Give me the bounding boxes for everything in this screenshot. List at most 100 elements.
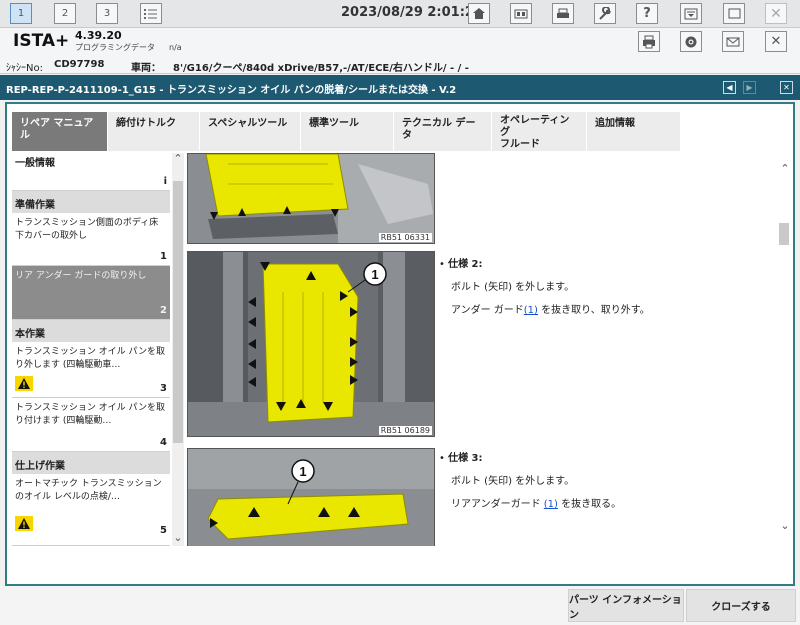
mail-icon bbox=[726, 37, 740, 46]
under-guard-illustration: 1 bbox=[188, 252, 434, 436]
print-doc-icon bbox=[643, 35, 655, 48]
tab-bar: リペア マニュアル 締付けトルク スペシャルツール 標準ツール テクニカル デー… bbox=[7, 104, 793, 151]
footer-bar: パーツ インフォメーション クローズする bbox=[0, 586, 800, 625]
parts-information-button[interactable]: パーツ インフォメーション bbox=[568, 589, 684, 622]
sidebar-scroll-thumb[interactable] bbox=[173, 181, 183, 443]
step-3-title: 仕様 3: bbox=[448, 453, 483, 464]
abs-icon bbox=[514, 9, 528, 18]
chevron-up-icon[interactable]: ⌃ bbox=[779, 163, 791, 175]
chassis-label: ｼｬｼｰNo: bbox=[6, 63, 43, 74]
vehicle-value: 8'/G16/クーペ/840d xDrive/B57,-/AT/ECE/右ハンド… bbox=[173, 63, 469, 74]
chevron-down-icon[interactable]: ⌄ bbox=[172, 532, 184, 544]
settings-button[interactable] bbox=[680, 31, 702, 52]
underbody-cover-illustration bbox=[188, 154, 434, 243]
sidebar-item-step-4[interactable]: トランスミッション オイル パンを取り付けます (四輪駆動… 4 bbox=[12, 398, 170, 452]
svg-text:1: 1 bbox=[371, 267, 378, 282]
main-frame: リペア マニュアル 締付けトルク スペシャルツール 標準ツール テクニカル デー… bbox=[5, 102, 795, 586]
tab-tightening-torque[interactable]: 締付けトルク bbox=[108, 112, 199, 151]
step-2-line-2: アンダー ガード(1) を抜き取り、取り外す。 bbox=[451, 305, 650, 316]
sidebar-item-step-5[interactable]: オートマチック トランスミッションのオイル レベルの点検/… 5 bbox=[12, 474, 170, 546]
datetime: 2023/08/29 2:01:22 bbox=[341, 5, 484, 20]
figure-code: RB51 06189 bbox=[378, 426, 432, 435]
tab-technical-data[interactable]: テクニカル データ bbox=[394, 112, 491, 151]
part-link-1[interactable]: (1) bbox=[544, 499, 558, 510]
print-doc-button[interactable] bbox=[638, 31, 660, 52]
step-2-title: 仕様 2: bbox=[448, 259, 483, 270]
instruction-step-3: • 仕様 3: ボルト (矢印) を外します。 リアアンダーガード (1) を抜… bbox=[439, 453, 622, 510]
section-main-work: 本作業 bbox=[12, 320, 170, 342]
document-close-button[interactable]: ✕ bbox=[780, 81, 793, 94]
vehicle-label: 車両： bbox=[131, 63, 161, 74]
repair-content: RB51 06331 1 RB51 06189 1 • 仕様 2: ボルト (矢… bbox=[187, 153, 793, 546]
step-3-line-1: ボルト (矢印) を外します。 bbox=[451, 476, 575, 487]
tab-special-tools[interactable]: スペシャルツール bbox=[200, 112, 300, 151]
sidebar-item-step-3[interactable]: トランスミッション オイル パンを取り外します (四輪駆動車… 3 bbox=[12, 342, 170, 398]
chevron-down-icon[interactable]: ⌄ bbox=[779, 520, 791, 532]
next-document-button[interactable]: ▶ bbox=[743, 81, 756, 94]
window-close-button[interactable]: ✕ bbox=[765, 3, 787, 24]
maximize-button[interactable] bbox=[723, 3, 745, 24]
sidebar-item-step-2[interactable]: リア アンダー ガードの取り外し 2 bbox=[12, 266, 170, 320]
sidebar-item-step-1[interactable]: トランスミッション側面のボディ床下カバーの取外し 1 bbox=[12, 213, 170, 266]
top-toolbar: 1 2 3 2023/08/29 2:01:22 ? ✕ bbox=[0, 0, 800, 28]
close-icon: ✕ bbox=[783, 83, 790, 92]
home-button[interactable] bbox=[468, 3, 490, 24]
warning-icon bbox=[15, 516, 33, 531]
close-icon: ✕ bbox=[770, 34, 782, 49]
program-data: プログラミングデータ n/a bbox=[75, 43, 182, 52]
help-icon: ? bbox=[643, 6, 651, 21]
document-title: REP-REP-P-2411109-1_G15 - トランスミッション オイル … bbox=[6, 85, 457, 96]
figure-rear-under-guard: 1 bbox=[187, 448, 435, 546]
window-1-button[interactable]: 1 bbox=[10, 3, 32, 24]
tab-operating-fluids[interactable]: オペレーティング フルード bbox=[492, 112, 586, 151]
instruction-step-2: • 仕様 2: ボルト (矢印) を外します。 アンダー ガード(1) を抜き取… bbox=[439, 259, 650, 316]
print-icon bbox=[557, 8, 569, 18]
vehicle-info: ｼｬｼｰNo: CD97798 車両： 8'/G16/クーペ/840d xDri… bbox=[0, 56, 800, 74]
dropdown-button[interactable] bbox=[680, 3, 702, 24]
warning-icon bbox=[15, 376, 33, 391]
step-navigation: 一般情報 i 準備作業 トランスミッション側面のボディ床下カバーの取外し 1 リ… bbox=[12, 153, 184, 546]
list-button[interactable] bbox=[140, 3, 162, 24]
sidebar-item-general-info[interactable]: 一般情報 i bbox=[12, 153, 170, 191]
figure-under-guard: 1 RB51 06189 bbox=[187, 251, 435, 437]
list-icon bbox=[144, 8, 157, 19]
close-icon: ✕ bbox=[770, 5, 782, 22]
arrow-left-icon: ◀ bbox=[726, 83, 733, 92]
app-version: 4.39.20 bbox=[75, 29, 122, 42]
step-3-line-2: リアアンダーガード (1) を抜き取る。 bbox=[451, 499, 622, 510]
window-2-button[interactable]: 2 bbox=[54, 3, 76, 24]
app-header: ISTA+ 4.39.20 プログラミングデータ n/a ✕ bbox=[0, 28, 800, 56]
content-scrollbar[interactable]: ⌃ ⌄ bbox=[777, 153, 793, 546]
chassis-value: CD97798 bbox=[54, 59, 105, 70]
step-2-line-1: ボルト (矢印) を外します。 bbox=[451, 282, 575, 293]
abs-button[interactable] bbox=[510, 3, 532, 24]
sidebar-scrollbar[interactable]: ⌃ ⌄ bbox=[172, 153, 184, 546]
window-3-button[interactable]: 3 bbox=[96, 3, 118, 24]
svg-text:1: 1 bbox=[299, 464, 306, 479]
close-button[interactable]: クローズする bbox=[686, 589, 796, 622]
app-name: ISTA+ bbox=[13, 31, 70, 51]
rear-under-guard-illustration: 1 bbox=[188, 449, 434, 546]
print-button[interactable] bbox=[552, 3, 574, 24]
prev-document-button[interactable]: ◀ bbox=[723, 81, 736, 94]
part-link-1[interactable]: (1) bbox=[524, 305, 538, 316]
arrow-right-icon: ▶ bbox=[746, 83, 753, 92]
tab-additional-info[interactable]: 追加情報 bbox=[587, 112, 680, 151]
home-icon bbox=[473, 8, 485, 19]
tab-repair-manual[interactable]: リペア マニュアル bbox=[12, 112, 107, 151]
mail-button[interactable] bbox=[722, 31, 744, 52]
wrench-icon bbox=[599, 6, 611, 20]
figure-code: RB51 06331 bbox=[378, 233, 432, 242]
chevron-up-icon[interactable]: ⌃ bbox=[172, 153, 184, 165]
content-scroll-thumb[interactable] bbox=[779, 223, 789, 245]
dropdown-icon bbox=[684, 8, 698, 19]
document-title-bar: REP-REP-P-2411109-1_G15 - トランスミッション オイル … bbox=[0, 75, 800, 100]
maximize-icon bbox=[728, 8, 740, 19]
header-close-button[interactable]: ✕ bbox=[765, 31, 787, 52]
wrench-button[interactable] bbox=[594, 3, 616, 24]
tab-standard-tools[interactable]: 標準ツール bbox=[301, 112, 393, 151]
figure-underbody-cover: RB51 06331 bbox=[187, 153, 435, 244]
help-button[interactable]: ? bbox=[636, 3, 658, 24]
section-finishing: 仕上げ作業 bbox=[12, 452, 170, 474]
gear-icon bbox=[685, 36, 697, 47]
